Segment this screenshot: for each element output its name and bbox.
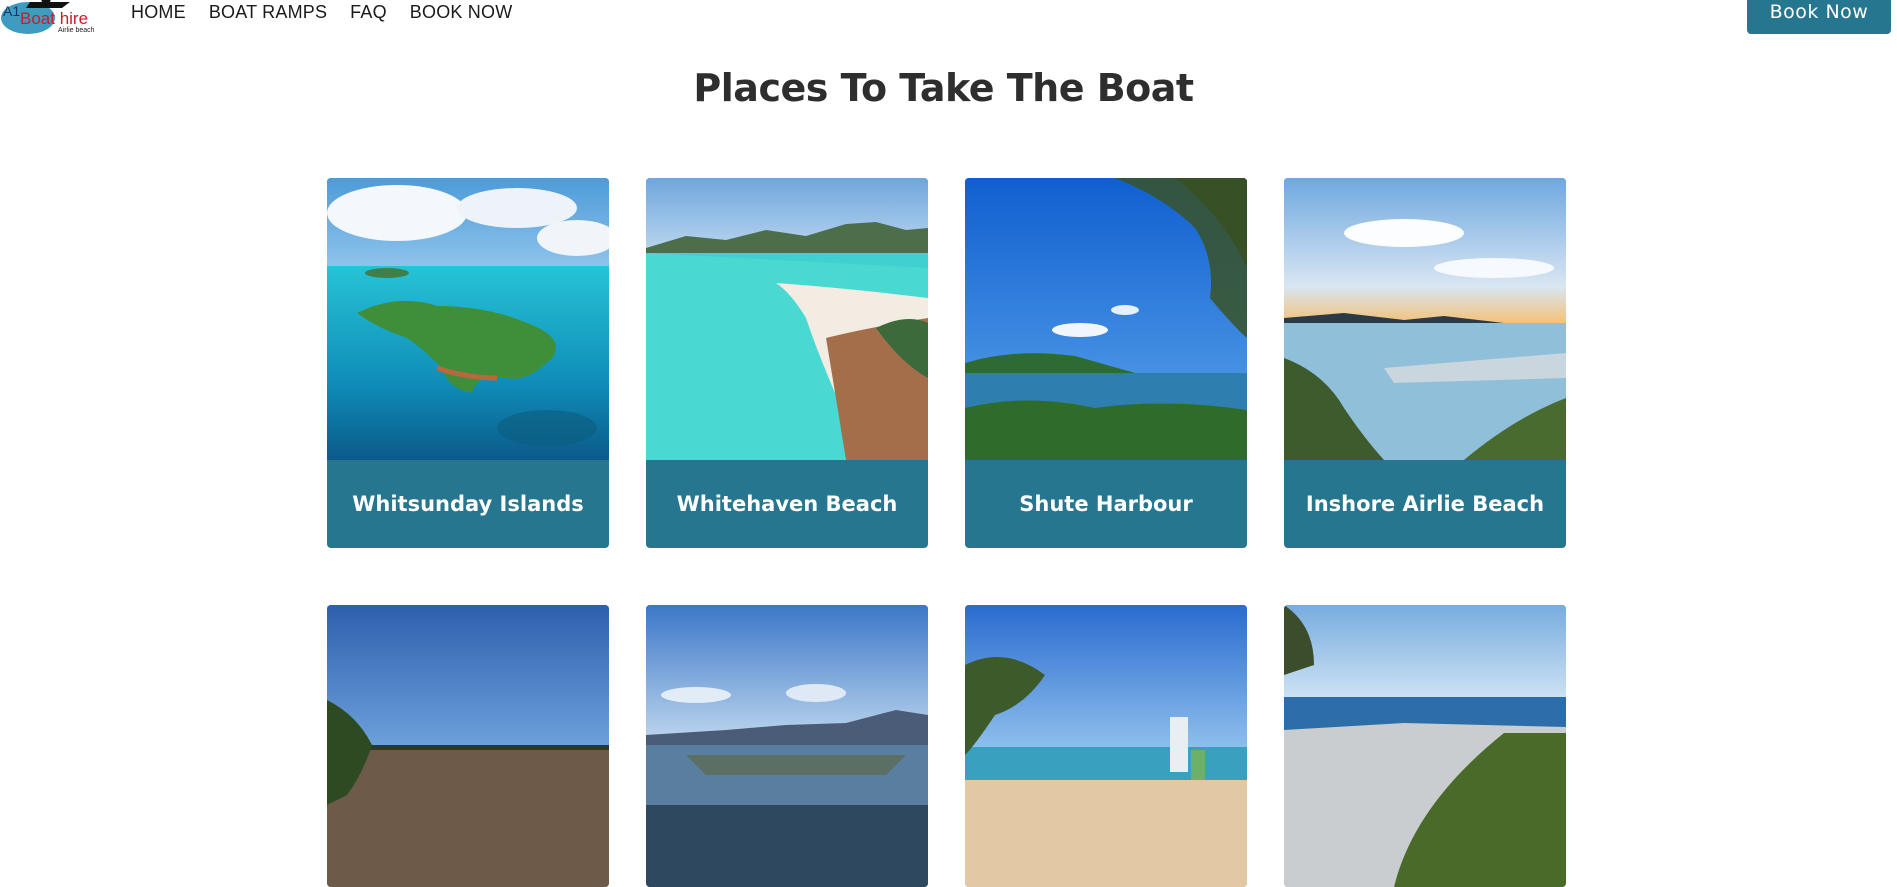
nav-home[interactable]: HOME [131, 2, 186, 23]
main-nav: HOME BOAT RAMPS FAQ BOOK NOW [131, 2, 512, 23]
card-shute-harbour[interactable]: Shute Harbour [965, 178, 1247, 548]
nav-book-now[interactable]: BOOK NOW [410, 2, 513, 23]
card-image [646, 178, 928, 460]
card-label: Whitehaven Beach [676, 492, 898, 516]
card-image [327, 605, 609, 887]
nav-faq[interactable]: FAQ [350, 2, 387, 23]
card-image [965, 605, 1247, 887]
card-whitsunday-islands[interactable]: Whitsunday Islands [327, 178, 609, 548]
card-inshore-airlie-beach[interactable]: Inshore Airlie Beach [1284, 178, 1566, 548]
page-title: Places To Take The Boat [693, 66, 1194, 110]
card-image [1284, 605, 1566, 887]
card-label: Shute Harbour [1019, 492, 1193, 516]
logo-text-top: A1 [3, 3, 20, 19]
card-image [965, 178, 1247, 460]
logo-text-main: Boat hire [20, 9, 88, 28]
book-now-button[interactable]: Book Now [1747, 0, 1891, 34]
card-whitehaven-beach[interactable]: Whitehaven Beach [646, 178, 928, 548]
card-row2-3[interactable] [965, 605, 1247, 887]
card-label: Whitsunday Islands [352, 492, 584, 516]
card-row2-2[interactable] [646, 605, 928, 887]
card-row2-4[interactable] [1284, 605, 1566, 887]
card-image [327, 178, 609, 460]
nav-boat-ramps[interactable]: BOAT RAMPS [209, 2, 327, 23]
card-row2-1[interactable] [327, 605, 609, 887]
card-image [646, 605, 928, 887]
card-image [1284, 178, 1566, 460]
logo[interactable]: A1 Boat hire Airlie beach [0, 0, 100, 36]
logo-text-sub: Airlie beach [58, 27, 95, 34]
card-label: Inshore Airlie Beach [1305, 492, 1545, 516]
